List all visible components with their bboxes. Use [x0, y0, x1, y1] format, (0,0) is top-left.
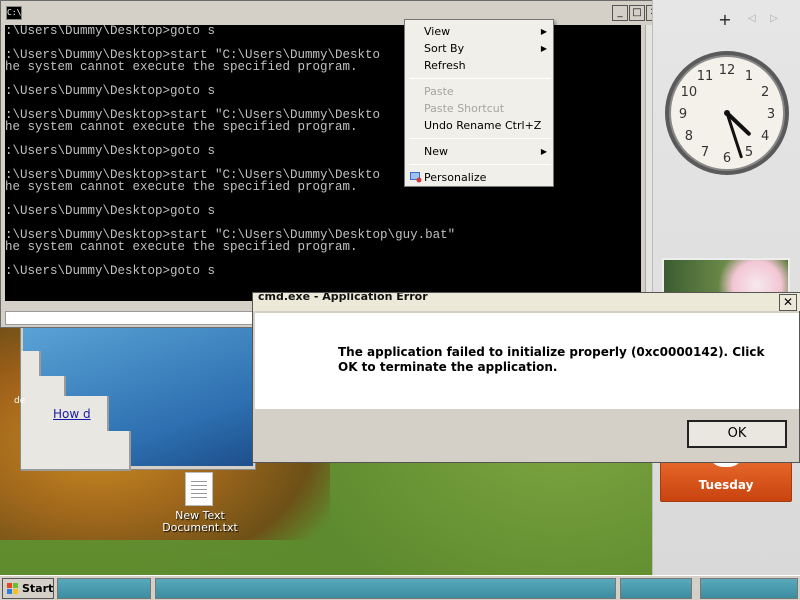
error-message-line1: The application failed to initialize pro…	[338, 345, 765, 359]
previous-page-icon[interactable]: ◁	[748, 13, 756, 24]
submenu-arrow-icon: ▶	[540, 44, 547, 53]
menu-item-undo-rename-label: Undo Rename	[424, 119, 502, 132]
cmd-app-icon[interactable]: C:\	[6, 6, 22, 20]
clock-numeral: 6	[723, 151, 731, 166]
calendar-gadget[interactable]: Tuesday	[660, 453, 792, 502]
text-document-icon	[185, 472, 213, 506]
desktop-icon-text-document[interactable]: New Text Document.txt	[160, 468, 240, 538]
clock-numeral: 12	[719, 63, 736, 78]
console-line: :\Users\Dummy\Desktop>goto s	[5, 84, 216, 98]
clock-numeral: 11	[697, 69, 714, 84]
windows-flag-icon	[7, 583, 18, 594]
desktop-icon-label-line2: Document.txt	[162, 521, 238, 534]
menu-item-view-label: View	[424, 25, 451, 38]
clock-numeral: 5	[745, 145, 753, 160]
console-line: :\Users\Dummy\Desktop>goto s	[5, 25, 216, 38]
menu-item-paste-shortcut: Paste Shortcut	[424, 102, 505, 115]
menu-separator	[409, 138, 551, 139]
console-line: he system cannot execute the specified p…	[5, 180, 358, 194]
clock-gadget[interactable]: 1234567891011 12	[662, 48, 792, 178]
menu-item-refresh[interactable]: Refresh	[407, 57, 553, 74]
menu-item-new-label: New	[424, 145, 448, 158]
start-label: Start	[22, 582, 54, 595]
personalize-icon	[410, 172, 422, 183]
desktop-icon-label: New Text Document.txt	[160, 510, 240, 534]
ok-button[interactable]: OK	[687, 420, 787, 448]
desktop-context-menu[interactable]: View ▶ Sort By ▶ Refresh Paste Paste Sho…	[404, 19, 554, 187]
menu-item-undo-rename[interactable]: Undo Rename Ctrl+Z	[407, 117, 553, 134]
clock-numeral: 4	[761, 129, 769, 144]
taskbar-quick-launch[interactable]	[57, 578, 151, 599]
clock-numeral: 2	[761, 85, 769, 100]
console-line: he system cannot execute the specified p…	[5, 240, 358, 254]
error-message: The application failed to initialize pro…	[338, 345, 778, 375]
console-line: :\Users\Dummy\Desktop>goto s	[5, 144, 216, 158]
menu-item-sort-by-label: Sort By	[424, 42, 465, 55]
help-link[interactable]: How d	[53, 407, 91, 421]
console-line: :\Users\Dummy\Desktop>goto s	[5, 204, 216, 218]
taskbar: Start	[0, 575, 800, 600]
background-window-step	[21, 431, 131, 471]
clock-numeral: 3	[767, 107, 775, 122]
clock-numeral: 8	[685, 129, 693, 144]
menu-item-new[interactable]: New ▶	[407, 143, 553, 160]
menu-item-personalize-label: Personalize	[424, 171, 487, 184]
menu-item-view[interactable]: View ▶	[407, 23, 553, 40]
system-tray[interactable]	[700, 578, 798, 599]
menu-item-sort-by[interactable]: Sort By ▶	[407, 40, 553, 57]
maximize-button[interactable]: □	[629, 5, 645, 21]
cmd-titlebar[interactable]: C:\ _ □ ✕	[1, 1, 665, 25]
menu-separator	[409, 78, 551, 79]
submenu-arrow-icon: ▶	[540, 147, 547, 156]
menu-separator	[409, 164, 551, 165]
application-error-dialog[interactable]: cmd.exe - Application Error ✕ The applic…	[252, 292, 800, 463]
add-gadget-button[interactable]: +	[716, 11, 734, 29]
menu-item-personalize[interactable]: Personalize	[407, 169, 553, 186]
clock-numeral: 7	[701, 145, 709, 160]
error-dialog-body: The application failed to initialize pro…	[255, 313, 799, 409]
clock-numeral: 1	[745, 69, 753, 84]
start-button[interactable]: Start	[2, 578, 54, 599]
minimize-button[interactable]: _	[612, 5, 628, 21]
calendar-weekday: Tuesday	[698, 478, 754, 492]
close-icon[interactable]: ✕	[779, 294, 797, 311]
submenu-arrow-icon: ▶	[540, 27, 547, 36]
console-line: he system cannot execute the specified p…	[5, 60, 358, 74]
menu-item-paste: Paste	[424, 85, 454, 98]
error-dialog-title-text: cmd.exe - Application Error	[258, 293, 428, 303]
next-page-icon[interactable]: ▷	[770, 13, 778, 24]
undo-shortcut-hint: Ctrl+Z	[505, 119, 542, 132]
clock-numeral: 9	[679, 107, 687, 122]
error-message-line2: OK to terminate the application.	[338, 360, 558, 374]
taskbar-button[interactable]	[620, 578, 692, 599]
taskbar-task-area[interactable]	[155, 578, 616, 599]
console-line: he system cannot execute the specified p…	[5, 120, 358, 134]
error-dialog-title: cmd.exe - Application Error	[253, 293, 800, 311]
clock-numeral: 10	[681, 85, 698, 100]
command-prompt-window[interactable]: C:\ _ □ ✕ :\Users\Dummy\Desktop>goto s :\…	[0, 0, 665, 328]
console-line: :\Users\Dummy\Desktop>goto s	[5, 264, 216, 278]
background-window-side-label: de	[14, 396, 26, 406]
